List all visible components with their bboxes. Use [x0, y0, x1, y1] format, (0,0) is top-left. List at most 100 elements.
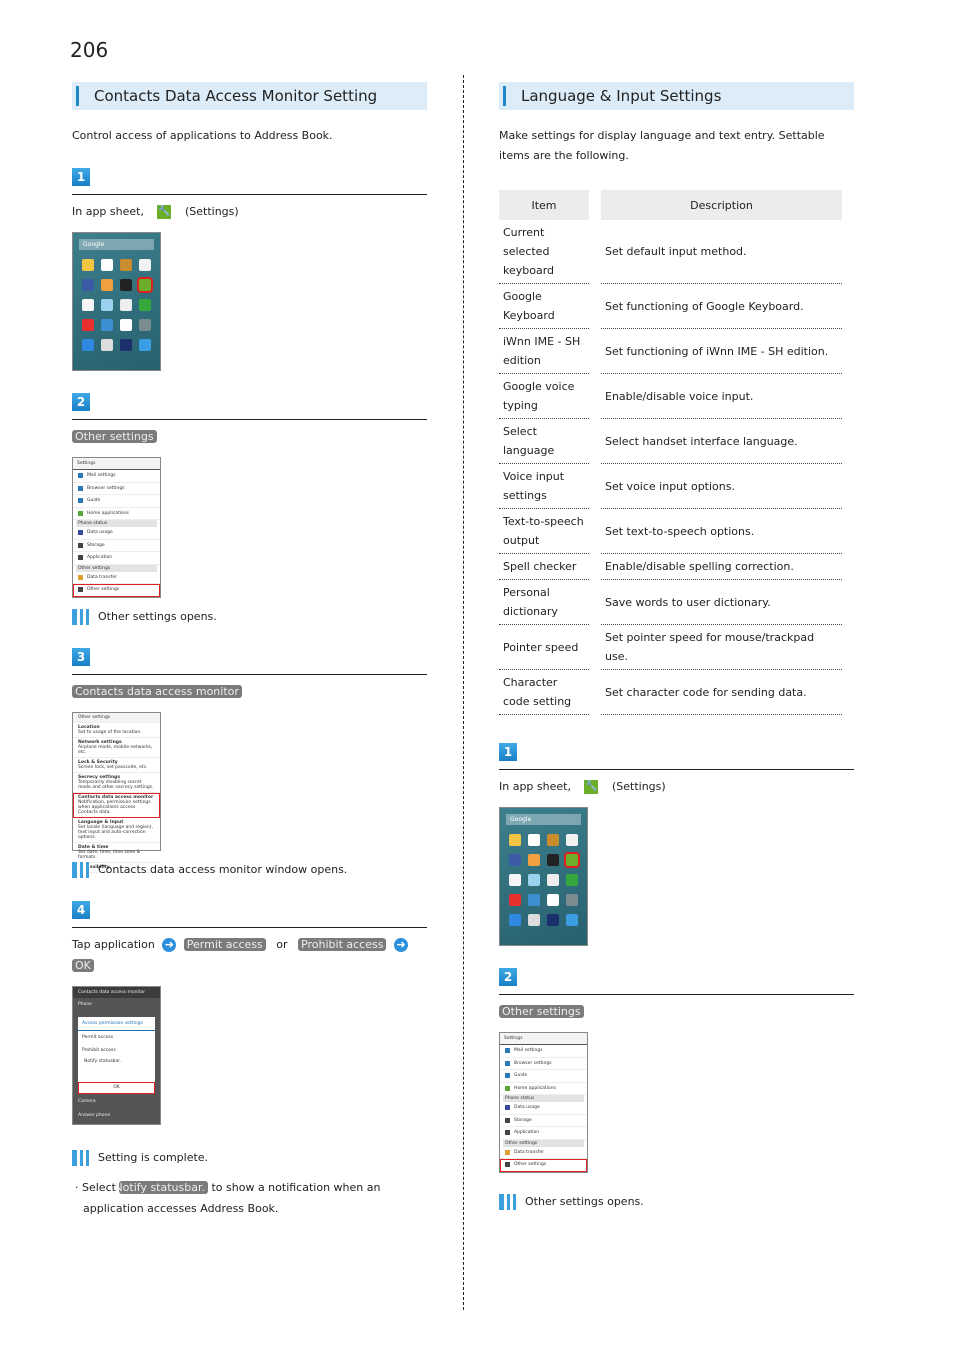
other-settings-button[interactable]: Other settings [72, 430, 157, 443]
result-text: Setting is complete. [98, 1150, 209, 1164]
contacts-data-access-monitor-button[interactable]: Contacts data access monitor [72, 684, 242, 698]
step-text: In app sheet, 🔧 (Settings) [72, 201, 427, 222]
column-header: Description [601, 190, 842, 220]
arrow-right-icon: ➜ [393, 937, 408, 952]
permit-access-button[interactable]: Permit access [183, 937, 266, 951]
checkered-flag-icon [72, 861, 90, 878]
table-row: Voice input settings Set voice input opti… [499, 464, 842, 509]
table-row: Pointer speed Set pointer speed for mouse… [499, 625, 842, 670]
step-badge: 4 [72, 900, 90, 919]
row-label: Data usage [514, 1105, 540, 1111]
item-cell: Character code setting [499, 670, 589, 715]
item-cell: Pointer speed [499, 625, 589, 670]
other-settings-highlight: Other settings [73, 584, 160, 597]
step-result: Setting is complete. [72, 1149, 427, 1167]
checkered-flag-icon [72, 1149, 90, 1166]
table-row: Select language Select handset interface … [499, 419, 842, 464]
result-text: Other settings opens. [525, 1194, 644, 1208]
item-sub: Set to usage of the location. [78, 729, 142, 735]
arrow-right-icon: ➜ [162, 937, 177, 952]
item-cell: Google voice typing [499, 374, 589, 419]
item-sub: Notification, permission settings when a… [78, 799, 151, 815]
description-cell: Set functioning of Google Keyboard. [601, 284, 842, 329]
section-label: Other settings [76, 564, 157, 572]
prohibit-option: Prohibit access [82, 1047, 116, 1053]
dialog-ok-highlight: OK [78, 1081, 155, 1094]
row-label: Browser settings [514, 1060, 552, 1066]
screen-header: Other settings [73, 712, 160, 723]
step-text-after: (Settings) [184, 205, 239, 218]
app-row: Answer phone [78, 1112, 111, 1118]
description-cell: Set text-to-speech options. [601, 509, 842, 554]
screen-header: Contacts data access monitor [73, 986, 160, 998]
item-cell: Google Keyboard [499, 284, 589, 329]
step-1: 1 In app sheet, 🔧 (Settings) Google [499, 741, 854, 946]
settings-wrench-icon: 🔧 [584, 780, 599, 794]
other-settings-button[interactable]: Other settings [499, 1005, 584, 1018]
section-label: Phone status [503, 1095, 584, 1102]
step-text-before: In app sheet, [72, 205, 144, 218]
row-label: Guide [87, 498, 101, 504]
step-2: 2 Other settings Settings Mail settings … [499, 966, 854, 1211]
description-cell: Set functioning of iWnn IME - SH edition… [601, 329, 842, 374]
row-label: Data transfer [514, 1149, 544, 1155]
item-sub: Screen lock, set passcode, etc. [78, 764, 148, 770]
row-label: Data usage [87, 530, 113, 536]
screen-header: Settings [504, 1036, 523, 1041]
description-cell: Set character code for sending data. [601, 670, 842, 715]
row-label: Data transfer [87, 574, 117, 580]
step-3: 3 Contacts data access monitor Other set… [72, 646, 427, 879]
row-label: Mail settings [87, 473, 116, 479]
step-result: Other settings opens. [499, 1193, 854, 1211]
home-screen-screenshot: Google [72, 232, 161, 371]
step-text-before: Tap application [72, 937, 155, 951]
table-row: Google Keyboard Set functioning of Google… [499, 284, 842, 329]
ok-button[interactable]: OK [72, 958, 94, 972]
step-1: 1 In app sheet, 🔧 (Settings) Google [72, 166, 427, 371]
notify-checkbox: Notify statusbar. [84, 1058, 122, 1064]
note-prefix: Select [82, 1180, 116, 1194]
other-settings-screenshot: Other settings Location Set to usage of t… [72, 711, 161, 873]
page-number: 206 [70, 38, 109, 62]
step-badge: 1 [72, 168, 90, 186]
table-row: Spell checker Enable/disable spelling cor… [499, 554, 842, 580]
settings-wrench-icon: 🔧 [157, 205, 172, 219]
row-label: Guide [514, 1073, 528, 1079]
table-row: Personal dictionary Save words to user di… [499, 580, 842, 625]
step-text-before: In app sheet, [499, 780, 571, 793]
notify-statusbar-button[interactable]: Notify statusbar. [114, 1180, 208, 1194]
section-title: Language & Input Settings [499, 82, 854, 110]
item-sub: Set locale (language and region), text i… [78, 824, 153, 840]
section-label: Phone status [76, 520, 157, 527]
settings-screenshot: Settings Mail settings Browser settings … [499, 1032, 588, 1173]
or-text: or [276, 937, 288, 951]
prohibit-access-button[interactable]: Prohibit access [298, 937, 387, 951]
contacts-monitor-highlight: Contacts data access monitor Notification… [73, 793, 160, 818]
item-cell: Personal dictionary [499, 580, 589, 625]
table-row: Google voice typing Enable/disable voice … [499, 374, 842, 419]
row-label: Home applications [514, 1085, 556, 1091]
description-cell: Select handset interface language. [601, 419, 842, 464]
row-label: Other settings [87, 587, 120, 593]
table-row: iWnn IME - SH edition Set functioning of … [499, 329, 842, 374]
item-cell: Select language [499, 419, 589, 464]
intro-text: Make settings for display language and t… [499, 129, 825, 162]
left-column: Contacts Data Access Monitor Setting Con… [72, 82, 427, 1219]
item-sub: Set date, time, time zone & formats. [78, 849, 141, 860]
step-badge: 2 [72, 393, 90, 411]
settings-table: Item Description Current selected keyboa… [487, 190, 854, 715]
app-row: Phone [78, 1001, 92, 1007]
row-label: Home applications [87, 510, 129, 516]
checkered-flag-icon [72, 608, 90, 625]
description-cell: Set pointer speed for mouse/trackpad use… [601, 625, 842, 670]
row-label: Application [514, 1130, 540, 1136]
item-cell: Spell checker [499, 554, 589, 580]
settings-app-highlight [563, 852, 580, 868]
section-label: Other settings [503, 1139, 584, 1147]
right-column: Language & Input Settings Make settings … [499, 82, 854, 1211]
settings-app-highlight [136, 277, 153, 293]
checkered-flag-icon [499, 1193, 517, 1210]
intro-text: Control access of applications to Addres… [72, 129, 333, 142]
item-cell: Text-to-speech output [499, 509, 589, 554]
item-cell: Current selected keyboard [499, 220, 589, 284]
